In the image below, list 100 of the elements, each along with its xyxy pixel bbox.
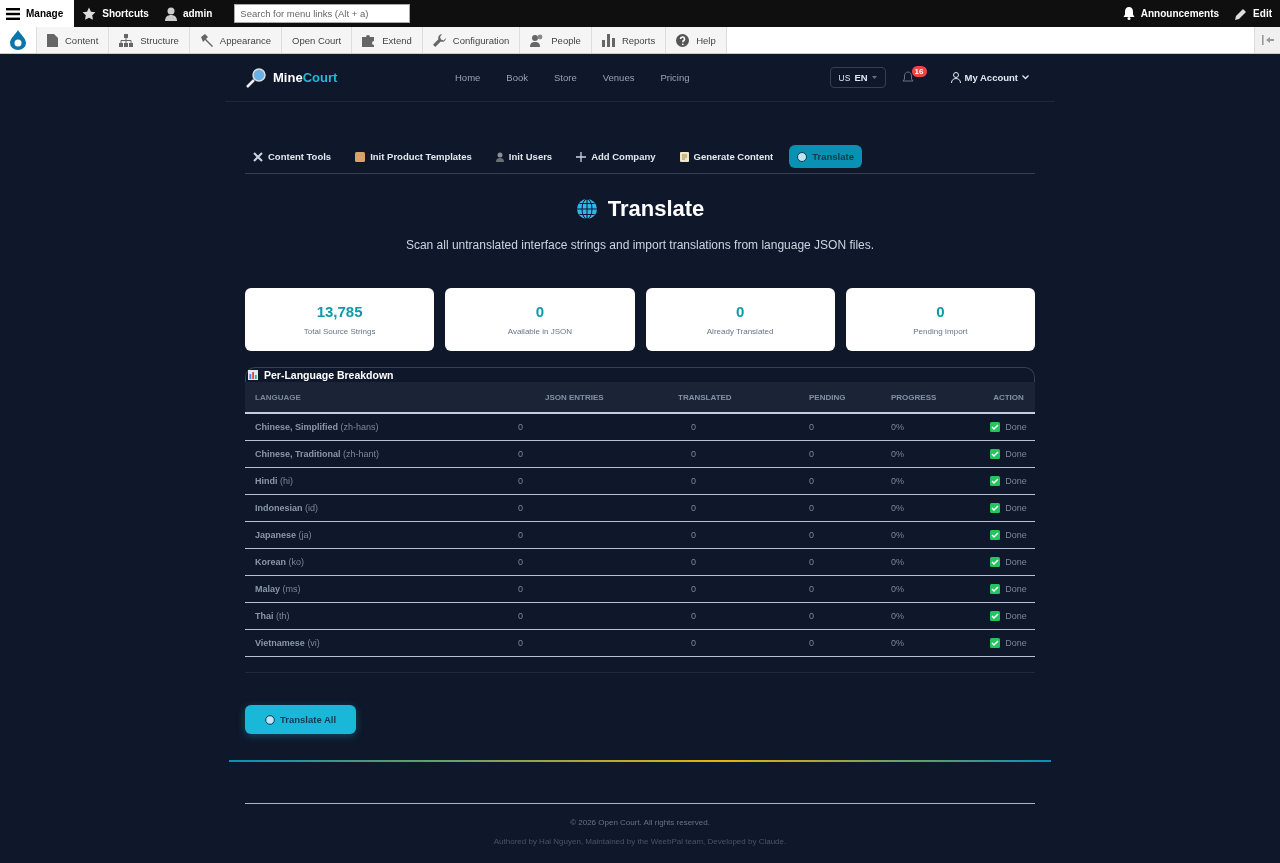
bar-chart-icon: [248, 370, 258, 380]
table-cell: 0: [799, 413, 890, 441]
stat-value: 0: [936, 303, 945, 320]
table-cell: 0: [799, 467, 890, 495]
admin-menu-item[interactable]: People: [520, 27, 592, 53]
person-icon: [495, 151, 504, 162]
language-cell: Malay (ms): [245, 575, 508, 603]
table-cell: 0%: [890, 467, 982, 495]
edit-button[interactable]: Edit: [1227, 0, 1280, 27]
pencil-icon: [1235, 7, 1248, 20]
drop-logo-icon: [9, 30, 27, 50]
table-cell: 0: [508, 494, 676, 522]
star-icon: [82, 6, 97, 21]
language-selector[interactable]: US EN: [829, 67, 886, 88]
table-cell: 0: [799, 575, 890, 603]
table-cell: 0: [508, 602, 676, 630]
stat-value: 0: [535, 303, 545, 320]
tool-tab[interactable]: Init Users: [487, 145, 561, 168]
column-header: PROGRESS: [890, 382, 982, 413]
column-header: TRANSLATED: [676, 382, 799, 413]
table-cell: 0: [676, 575, 799, 603]
globe-icon: [265, 714, 275, 725]
tool-tab[interactable]: Add Company: [568, 145, 664, 168]
nav-link[interactable]: Home: [455, 72, 481, 83]
table-cell: 0: [676, 413, 799, 441]
caret-icon: [871, 76, 877, 79]
globe-icon: [575, 198, 598, 220]
admin-menu-item[interactable]: Open Court: [282, 27, 353, 53]
stat-value: 0: [735, 303, 745, 320]
status-text: Done: [1005, 449, 1027, 459]
table-cell: 0: [676, 467, 799, 495]
tool-tab[interactable]: Generate Content: [671, 145, 782, 168]
language-cell: Chinese, Traditional (zh-hant): [245, 440, 508, 468]
nav-link[interactable]: Pricing: [660, 72, 690, 83]
status-text: Done: [1005, 611, 1027, 621]
stat-label: Already Translated: [706, 327, 774, 336]
table-cell: 0: [799, 548, 890, 576]
site-logo-text[interactable]: MineCourt: [273, 70, 338, 85]
translate-all-button[interactable]: Translate All: [245, 705, 357, 734]
language-cell: Hindi (hi): [245, 467, 508, 495]
table-cell: 0%: [890, 575, 982, 603]
status-text: Done: [1005, 557, 1027, 567]
user-icon: [164, 6, 177, 21]
section-title: Per-Language Breakdown: [264, 369, 394, 381]
manage-button[interactable]: Manage: [0, 0, 75, 27]
bell-icon: [1122, 7, 1135, 20]
hammer-icon: [199, 33, 213, 47]
table-cell: 0: [799, 521, 890, 549]
language-cell: Chinese, Simplified (zh-hans): [245, 413, 508, 441]
table-cell: 0: [508, 575, 676, 603]
tool-tab[interactable]: Content Tools: [245, 145, 340, 168]
table-cell: 0: [508, 440, 676, 468]
people-icon: [530, 33, 545, 47]
admin-menu-item[interactable]: Extend: [352, 27, 423, 53]
admin-menu-item[interactable]: Appearance: [189, 27, 283, 53]
admin-menu-item[interactable]: Structure: [109, 27, 190, 53]
table-cell: 0: [508, 629, 676, 657]
nav-link[interactable]: Venues: [602, 72, 635, 83]
chevron-down-icon: [1022, 75, 1029, 80]
nav-link[interactable]: Book: [506, 72, 528, 83]
user-button[interactable]: admin: [156, 0, 221, 27]
table-cell: 0%: [890, 521, 982, 549]
page-description: Scan all untranslated interface strings and import translations from language JSON files.: [404, 238, 876, 252]
nav-link[interactable]: Store: [554, 72, 577, 83]
bar-chart-icon: [601, 33, 615, 47]
search-field[interactable]: Search for menu links (Alt + a): [234, 4, 411, 23]
hierarchy-icon: [119, 33, 134, 47]
page-icon: [47, 33, 58, 47]
admin-menu-item[interactable]: Help: [666, 27, 727, 53]
status-text: Done: [1005, 638, 1027, 648]
language-cell: Indonesian (id): [245, 494, 508, 522]
table-cell: 0%: [890, 629, 982, 657]
shortcuts-button[interactable]: Shortcuts: [74, 0, 157, 27]
language-cell: Japanese (ja): [245, 521, 508, 549]
table-cell: 0: [676, 548, 799, 576]
admin-menu-item[interactable]: Reports: [591, 27, 667, 53]
table-cell: 0: [676, 629, 799, 657]
stat-label: Available in JSON: [507, 327, 573, 336]
notification-badge: 16: [911, 66, 927, 77]
plus-icon: [576, 151, 587, 162]
status-text: Done: [1005, 530, 1027, 540]
wrench-icon: [432, 33, 446, 47]
help-icon: [676, 33, 690, 47]
account-menu[interactable]: My Account: [944, 71, 1035, 84]
menu-icon: [6, 7, 20, 20]
table-cell: 0: [676, 440, 799, 468]
table-cell: 0%: [890, 413, 982, 441]
column-header: ACTION: [982, 382, 1035, 413]
language-cell: Korean (ko): [245, 548, 508, 576]
globe-icon: [797, 151, 808, 162]
status-text: Done: [1005, 422, 1027, 432]
table-cell: 0: [508, 521, 676, 549]
admin-menu-item[interactable]: Content: [37, 27, 110, 53]
announcements-button[interactable]: Announcements: [1114, 0, 1228, 27]
admin-menu-item[interactable]: Configuration: [422, 27, 521, 53]
stat-label: Pending Import: [913, 327, 968, 336]
tool-tab[interactable]: Init Product Templates: [347, 145, 480, 168]
column-header: LANGUAGE: [245, 382, 508, 413]
table-cell: 0%: [890, 602, 982, 630]
puzzle-icon: [362, 33, 376, 47]
